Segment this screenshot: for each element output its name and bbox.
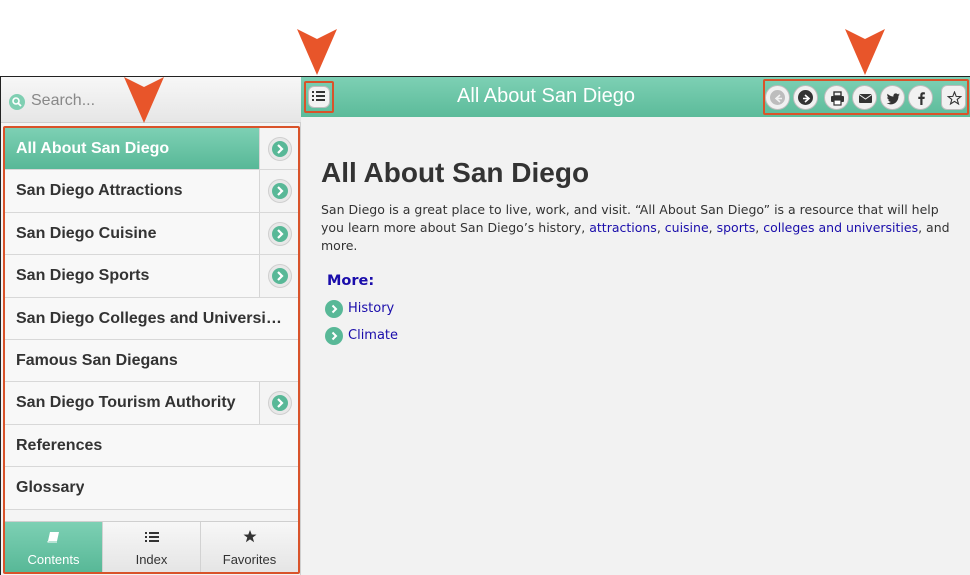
callout-arrow-sidebar xyxy=(124,77,164,123)
toc-item-all-about-san-diego[interactable]: All About San Diego xyxy=(5,128,298,171)
list-icon xyxy=(144,530,159,542)
callout-arrow-toc xyxy=(297,29,337,75)
toc-item-label: San Diego Tourism Authority xyxy=(16,394,236,412)
expand-button[interactable] xyxy=(259,382,298,424)
tab-label: Index xyxy=(135,552,168,567)
toc-item-label: Famous San Diegans xyxy=(16,351,178,369)
add-favorite-button[interactable] xyxy=(941,85,966,110)
twitter-button[interactable] xyxy=(880,85,905,110)
paragraph-text: , xyxy=(656,220,665,235)
link-cuisine[interactable]: cuisine xyxy=(665,220,709,235)
header-title: All About San Diego xyxy=(457,85,635,107)
chevron-right-icon xyxy=(325,300,343,318)
sidebar-tabs: Contents Index Favorites xyxy=(5,521,298,572)
link-sports[interactable]: sports xyxy=(717,220,756,235)
more-heading: More: xyxy=(327,273,375,289)
topic-title: All About San Diego xyxy=(321,157,590,188)
app-window: All About San Diego San Diego Attraction… xyxy=(0,76,970,575)
expand-button[interactable] xyxy=(259,170,298,212)
toc-item-label: San Diego Cuisine xyxy=(16,224,157,242)
star-outline-icon xyxy=(947,91,962,106)
toc-item-label: References xyxy=(16,436,103,454)
tab-favorites[interactable]: Favorites xyxy=(200,522,298,572)
book-icon xyxy=(47,530,61,543)
toc-item-label: San Diego Attractions xyxy=(16,182,183,200)
link-colleges-and-universities[interactable]: colleges and universities xyxy=(763,220,918,235)
more-link-label: Climate xyxy=(348,328,399,343)
toc-item-label: San Diego Colleges and Universities xyxy=(16,309,286,327)
next-topic-button[interactable] xyxy=(793,85,818,110)
tab-label: Contents xyxy=(27,552,80,567)
callout-arrow-toolbar xyxy=(845,29,885,75)
arrow-right-icon xyxy=(803,94,811,103)
chevron-right-icon xyxy=(325,327,343,345)
topic-toolbar xyxy=(763,79,969,115)
toc-item-colleges[interactable]: San Diego Colleges and Universities xyxy=(5,297,298,340)
print-button[interactable] xyxy=(824,85,849,110)
toc-item-label: All About San Diego xyxy=(16,140,170,157)
paragraph-text: , xyxy=(708,220,717,235)
print-icon xyxy=(831,91,844,106)
sidebar: All About San Diego San Diego Attraction… xyxy=(1,77,301,575)
email-button[interactable] xyxy=(852,85,877,110)
toc-item-cuisine[interactable]: San Diego Cuisine xyxy=(5,212,298,256)
toc-item-sports[interactable]: San Diego Sports xyxy=(5,255,298,298)
expand-button[interactable] xyxy=(259,212,298,255)
topic-paragraph: San Diego is a great place to live, work… xyxy=(321,201,951,255)
facebook-icon xyxy=(918,92,925,105)
toc-item-label: San Diego Sports xyxy=(16,267,150,285)
topic-content: All About San Diego San Diego is a great… xyxy=(301,117,970,575)
toc-item-famous-san-diegans[interactable]: Famous San Diegans xyxy=(5,339,298,383)
expand-button[interactable] xyxy=(259,128,298,170)
toc-list: All About San Diego San Diego Attraction… xyxy=(5,128,298,522)
envelope-icon xyxy=(858,94,873,103)
previous-topic-button[interactable] xyxy=(765,85,790,110)
tab-contents[interactable]: Contents xyxy=(5,522,102,572)
toc-item-references[interactable]: References xyxy=(5,424,298,468)
toc-item-glossary[interactable]: Glossary xyxy=(5,467,298,510)
toc-item-attractions[interactable]: San Diego Attractions xyxy=(5,170,298,213)
toc-item-tourism-authority[interactable]: San Diego Tourism Authority xyxy=(5,382,298,425)
tab-index[interactable]: Index xyxy=(102,522,200,572)
star-icon xyxy=(243,530,257,543)
tab-label: Favorites xyxy=(222,552,277,567)
toc-panel: All About San Diego San Diego Attraction… xyxy=(3,126,300,574)
expand-button[interactable] xyxy=(259,255,298,297)
toggle-toc-button[interactable] xyxy=(304,81,334,113)
toc-item-label: Glossary xyxy=(16,479,85,497)
link-attractions[interactable]: attractions xyxy=(589,220,657,235)
more-link-label: History xyxy=(348,301,395,316)
twitter-icon xyxy=(886,93,900,105)
arrow-left-icon xyxy=(774,94,782,103)
topic-header: All About San Diego xyxy=(301,77,970,117)
search-icon[interactable] xyxy=(9,94,25,110)
facebook-button[interactable] xyxy=(908,85,933,110)
